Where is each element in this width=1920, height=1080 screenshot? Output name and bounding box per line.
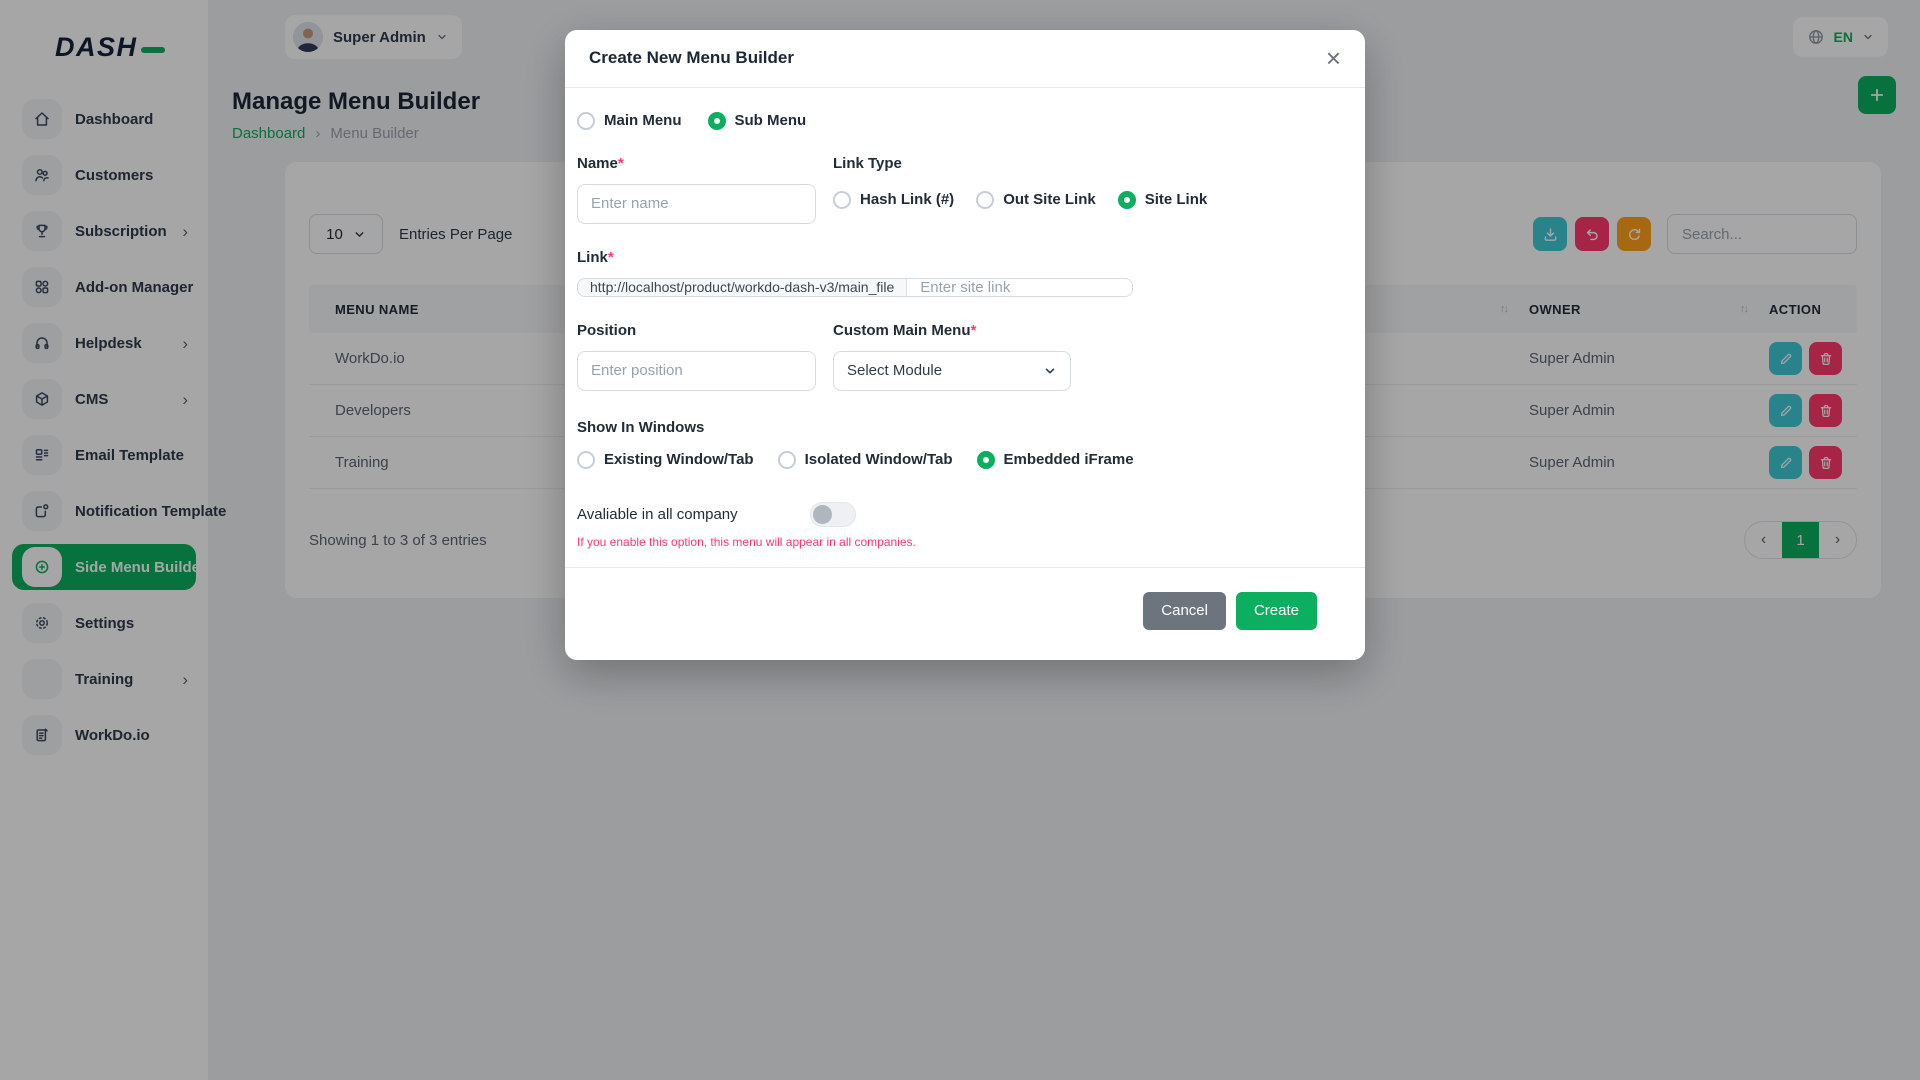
site-link-input[interactable] <box>906 278 1133 297</box>
toggle-knob <box>813 505 832 524</box>
link-label: Link* <box>577 249 1070 266</box>
available-all-company-label: Avaliable in all company <box>577 506 738 523</box>
chevron-down-icon <box>1043 364 1057 378</box>
show-in-windows-radio-group: Existing Window/Tab Isolated Window/Tab … <box>577 451 1341 469</box>
select-value: Select Module <box>847 362 942 379</box>
custom-main-menu-group: Custom Main Menu* Select Module <box>833 322 1071 391</box>
name-linktype-row: Name* Link Type Hash Link (#) Out Site L… <box>577 155 1341 224</box>
radio-circle-checked <box>708 112 726 130</box>
link-field-inner: Link* http://localhost/product/workdo-da… <box>577 249 1070 297</box>
radio-site-link[interactable]: Site Link <box>1118 191 1208 209</box>
module-select[interactable]: Select Module <box>833 351 1071 391</box>
menu-type-radio-group: Main Menu Sub Menu <box>577 112 1341 130</box>
show-in-windows-label: Show In Windows <box>577 419 1341 436</box>
link-field-group: Link* http://localhost/product/workdo-da… <box>577 249 1341 297</box>
radio-label: Main Menu <box>604 112 682 129</box>
radio-circle <box>577 112 595 130</box>
create-menu-builder-modal: Create New Menu Builder × Main Menu Sub … <box>565 30 1365 660</box>
link-input-group: http://localhost/product/workdo-dash-v3/… <box>577 278 1070 297</box>
radio-label: Out Site Link <box>1003 191 1096 208</box>
radio-circle-checked <box>1118 191 1136 209</box>
radio-circle-checked <box>977 451 995 469</box>
name-field-group: Name* <box>577 155 816 224</box>
required-asterisk: * <box>608 249 614 266</box>
position-label: Position <box>577 322 816 339</box>
position-input[interactable] <box>577 351 816 391</box>
company-helper-text: If you enable this option, this menu wil… <box>577 535 1341 549</box>
custom-main-menu-label: Custom Main Menu* <box>833 322 1071 339</box>
link-type-radio-group: Hash Link (#) Out Site Link Site Link <box>833 191 1207 209</box>
required-asterisk: * <box>971 322 977 339</box>
radio-out-site-link[interactable]: Out Site Link <box>976 191 1096 209</box>
radio-existing-window[interactable]: Existing Window/Tab <box>577 451 754 469</box>
radio-label: Isolated Window/Tab <box>805 451 953 468</box>
radio-circle <box>833 191 851 209</box>
radio-label: Hash Link (#) <box>860 191 954 208</box>
link-type-group: Link Type Hash Link (#) Out Site Link Si… <box>833 155 1207 224</box>
create-button[interactable]: Create <box>1236 592 1317 630</box>
position-custommenu-row: Position Custom Main Menu* Select Module <box>577 322 1341 391</box>
position-field-group: Position <box>577 322 816 391</box>
radio-isolated-window[interactable]: Isolated Window/Tab <box>778 451 953 469</box>
modal-header: Create New Menu Builder × <box>565 30 1365 88</box>
radio-label: Embedded iFrame <box>1004 451 1134 468</box>
modal-title: Create New Menu Builder <box>589 48 794 68</box>
radio-circle <box>976 191 994 209</box>
radio-hash-link[interactable]: Hash Link (#) <box>833 191 954 209</box>
link-type-label: Link Type <box>833 155 1207 172</box>
close-icon[interactable]: × <box>1326 48 1341 69</box>
radio-label: Existing Window/Tab <box>604 451 754 468</box>
required-asterisk: * <box>618 155 624 172</box>
modal-body: Main Menu Sub Menu Name* Link Type Hash … <box>565 88 1365 549</box>
modal-footer: Cancel Create <box>565 567 1365 660</box>
radio-main-menu[interactable]: Main Menu <box>577 112 682 130</box>
radio-circle <box>778 451 796 469</box>
available-all-company-toggle[interactable] <box>810 502 856 527</box>
radio-label: Sub Menu <box>735 112 807 129</box>
name-label: Name* <box>577 155 816 172</box>
available-all-company-row: Avaliable in all company <box>577 502 1341 527</box>
show-in-windows-group: Show In Windows Existing Window/Tab Isol… <box>577 419 1341 469</box>
radio-label: Site Link <box>1145 191 1208 208</box>
radio-circle <box>577 451 595 469</box>
cancel-button[interactable]: Cancel <box>1143 592 1226 630</box>
radio-sub-menu[interactable]: Sub Menu <box>708 112 807 130</box>
radio-embedded-iframe[interactable]: Embedded iFrame <box>977 451 1134 469</box>
link-url-prefix: http://localhost/product/workdo-dash-v3/… <box>577 278 906 297</box>
name-input[interactable] <box>577 184 816 224</box>
